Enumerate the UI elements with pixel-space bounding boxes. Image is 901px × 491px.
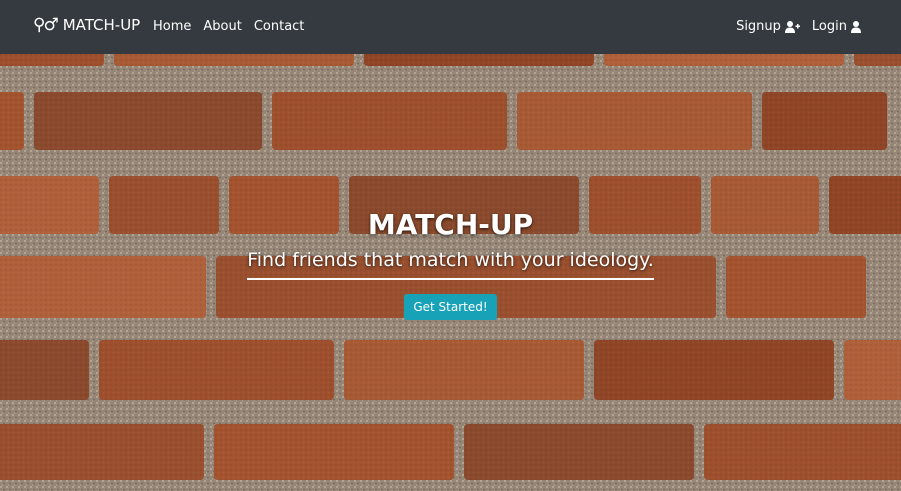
signup-label: Signup xyxy=(736,19,781,34)
nav-home[interactable]: Home xyxy=(153,19,191,34)
login-label: Login xyxy=(811,19,847,34)
gender-icon: ⚲♂ xyxy=(33,15,59,35)
nav-links: Home About Contact xyxy=(153,19,304,34)
hero-content: MATCH-UP Find friends that match with yo… xyxy=(0,208,901,320)
user-plus-icon xyxy=(784,20,800,33)
hero-title: MATCH-UP xyxy=(367,208,534,241)
get-started-button[interactable]: Get Started! xyxy=(404,294,497,320)
navbar: ⚲♂ MATCH-UP Home About Contact Signup Lo… xyxy=(0,0,901,54)
nav-about[interactable]: About xyxy=(203,19,241,34)
hero-subtitle: Find friends that match with your ideolo… xyxy=(247,248,654,280)
nav-auth: Signup Login xyxy=(736,19,861,34)
nav-contact[interactable]: Contact xyxy=(254,19,305,34)
signup-link[interactable]: Signup xyxy=(736,19,800,34)
login-link[interactable]: Login xyxy=(812,19,861,34)
hero: MATCH-UP Find friends that match with yo… xyxy=(0,54,901,491)
brand-link[interactable]: ⚲♂ MATCH-UP xyxy=(33,16,140,34)
user-icon xyxy=(851,20,861,33)
brand-name: MATCH-UP xyxy=(62,16,141,34)
